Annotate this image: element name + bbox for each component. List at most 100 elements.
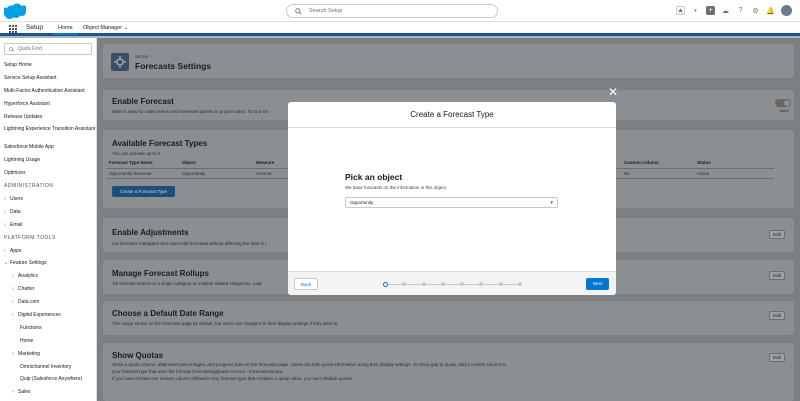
sidebar-item-data[interactable]: › Data <box>0 206 96 219</box>
chevron-down-icon[interactable]: ⌄ <box>124 25 129 31</box>
progress-step <box>440 282 445 286</box>
card-description: your forecast type that uses the formula… <box>112 369 284 374</box>
sidebar-item-users-label: Users <box>10 196 24 203</box>
card-title: Show Quotas <box>112 351 164 360</box>
table-cell: No <box>621 168 694 179</box>
object-select[interactable]: Opportunity ▾ <box>345 197 558 208</box>
page-kicker: SETUP <box>135 54 149 59</box>
favorites-star-icon[interactable]: ★ <box>676 6 685 15</box>
sidebar-item-data-com-label: Data.com <box>18 299 40 306</box>
sidebar-item-digital-experiences[interactable]: › Digital Experiences <box>0 309 96 322</box>
edit-button[interactable]: Edit <box>769 230 785 239</box>
tab-object-manager[interactable]: Object Manager ⌄ <box>78 22 133 35</box>
progress-step <box>460 282 465 286</box>
card-description: Make it easy for sales teams and interes… <box>112 109 269 114</box>
column-header: Status <box>694 158 774 169</box>
sidebar-item-omnichannel-inventory[interactable]: Omnichannel Inventory <box>0 361 96 374</box>
edit-button[interactable]: Edit <box>769 311 785 320</box>
enable-forecast-toggle[interactable] <box>775 99 791 107</box>
sidebar-item-service-setup-assistant[interactable]: Service Setup Assistant <box>0 72 96 85</box>
quick-find-placeholder: Quick Find <box>18 46 42 52</box>
next-button[interactable]: Next <box>586 278 609 290</box>
card-description: Show a quota column, attainment percenta… <box>112 362 507 367</box>
sidebar-item-analytics-label: Analytics <box>18 273 39 280</box>
card-description: Let forecasts managers and users edit fo… <box>112 241 267 246</box>
context-bar: Setup Home Object Manager ⌄ <box>0 22 800 36</box>
edit-button[interactable]: Edit <box>769 271 785 280</box>
progress-step <box>421 282 426 286</box>
sidebar-item-analytics[interactable]: › Analytics <box>0 270 96 283</box>
favorites-list-icon[interactable]: ▾ <box>691 6 700 15</box>
card-title: Enable Forecast <box>112 97 174 106</box>
toggle-label: Active <box>779 109 789 113</box>
search-input[interactable]: Search Setup <box>286 4 498 18</box>
modal-body: Pick an object We base forecasts on the … <box>288 128 616 271</box>
sidebar-item-feature-settings[interactable]: ⌄ Feature Settings <box>0 257 96 270</box>
sidebar-item-hyperforce-assistant[interactable]: Hyperforce Assistant <box>0 98 96 111</box>
table-cell: Opportunity <box>179 168 253 179</box>
column-header: Object <box>179 158 253 169</box>
card-description: Tie forecast metrics to a single categor… <box>112 281 262 286</box>
page-header: SETUP Forecasts Settings <box>103 44 794 78</box>
sidebar-item-chatter-label: Chatter <box>18 286 35 293</box>
avatar[interactable] <box>781 5 792 16</box>
edit-button[interactable]: Edit <box>769 353 785 362</box>
sidebar-item-email-label: Email <box>10 221 23 228</box>
search-icon <box>9 46 14 52</box>
sidebar-item-users[interactable]: › Users <box>0 193 96 206</box>
sidebar-item-marketing[interactable]: › Marketing <box>0 348 96 361</box>
sidebar-item-home[interactable]: Home <box>0 335 96 348</box>
sidebar-item-functions[interactable]: Functions <box>0 322 96 335</box>
create-forecast-type-modal: Create a Forecast Type Pick an object We… <box>288 102 616 295</box>
salesforce-logo[interactable] <box>4 3 26 19</box>
progress-step <box>479 282 484 286</box>
back-button[interactable]: Back <box>294 278 318 290</box>
column-header: Custom Column <box>621 158 694 169</box>
create-forecast-type-button[interactable]: Create a Forecast Type <box>112 186 175 197</box>
progress-step <box>518 282 522 286</box>
card-description: You can activate up to 4. <box>112 151 162 156</box>
sidebar-item-sales-label: Sales <box>18 389 31 396</box>
sidebar-item-optimizer[interactable]: Optimizer <box>0 167 96 180</box>
setup-sidebar: Quick Find Setup Home Service Setup Assi… <box>0 38 97 401</box>
search-placeholder: Search Setup <box>309 8 343 14</box>
header-utility-icons: ★ ▾ + ☁ ? ⚙ 🔔 <box>676 5 792 16</box>
sidebar-item-apps-label: Apps <box>10 247 22 254</box>
sidebar-item-digital-experiences-label: Digital Experiences <box>18 312 61 319</box>
help-icon[interactable]: ? <box>736 6 745 15</box>
sidebar-item-salesforce-mobile-app[interactable]: Salesforce Mobile App <box>0 141 96 154</box>
object-select-value: Opportunity <box>350 200 374 205</box>
sidebar-item-data-com[interactable]: › Data.com <box>0 296 96 309</box>
sidebar-item-email[interactable]: › Email <box>0 219 96 232</box>
card-title: Available Forecast Types <box>112 139 208 148</box>
sidebar-item-mfa-assistant[interactable]: Multi-Factor Authentication Assistant <box>0 85 96 98</box>
sidebar-item-lightning-usage[interactable]: Lightning Usage <box>0 154 96 167</box>
sidebar-item-chatter[interactable]: › Chatter <box>0 283 96 296</box>
sidebar-item-apps[interactable]: › Apps <box>0 245 96 258</box>
sidebar-section-administration: ADMINISTRATION <box>4 183 54 190</box>
progress-indicator <box>383 281 523 287</box>
page-title: Forecasts Settings <box>135 61 212 71</box>
card-title: Choose a Default Date Range <box>112 309 224 318</box>
card-title: Enable Adjustments <box>112 228 189 237</box>
progress-step <box>402 282 407 286</box>
close-icon[interactable]: ✕ <box>607 86 619 98</box>
global-actions-icon[interactable]: + <box>706 6 715 15</box>
card-description: This range shows on the forecasts page b… <box>112 321 339 326</box>
sidebar-item-lex-transition-assistant[interactable]: Lightning Experience Transition Assistan… <box>0 123 96 141</box>
global-header: Search Setup ★ ▾ + ☁ ? ⚙ 🔔 <box>0 0 800 22</box>
chevron-down-icon: ▾ <box>550 200 553 206</box>
app-launcher-icon[interactable] <box>9 25 17 33</box>
gear-icon[interactable]: ⚙ <box>751 6 760 15</box>
sidebar-item-setup-home[interactable]: Setup Home <box>0 59 96 72</box>
sidebar-item-quip[interactable]: Quip (Salesforce Anywhere) <box>0 373 96 386</box>
sidebar-item-release-updates[interactable]: Release Updates <box>0 111 96 124</box>
notifications-bell-icon[interactable]: 🔔 <box>766 6 775 15</box>
tab-home[interactable]: Home <box>53 22 78 35</box>
tab-object-manager-label: Object Manager <box>83 25 123 31</box>
sidebar-section-platform-tools: PLATFORM TOOLS <box>4 234 57 241</box>
pick-object-heading: Pick an object <box>345 172 403 182</box>
quick-find-input[interactable]: Quick Find <box>4 43 92 55</box>
sidebar-item-sales[interactable]: › Sales <box>0 386 96 399</box>
trailhead-icon[interactable]: ☁ <box>721 6 730 15</box>
